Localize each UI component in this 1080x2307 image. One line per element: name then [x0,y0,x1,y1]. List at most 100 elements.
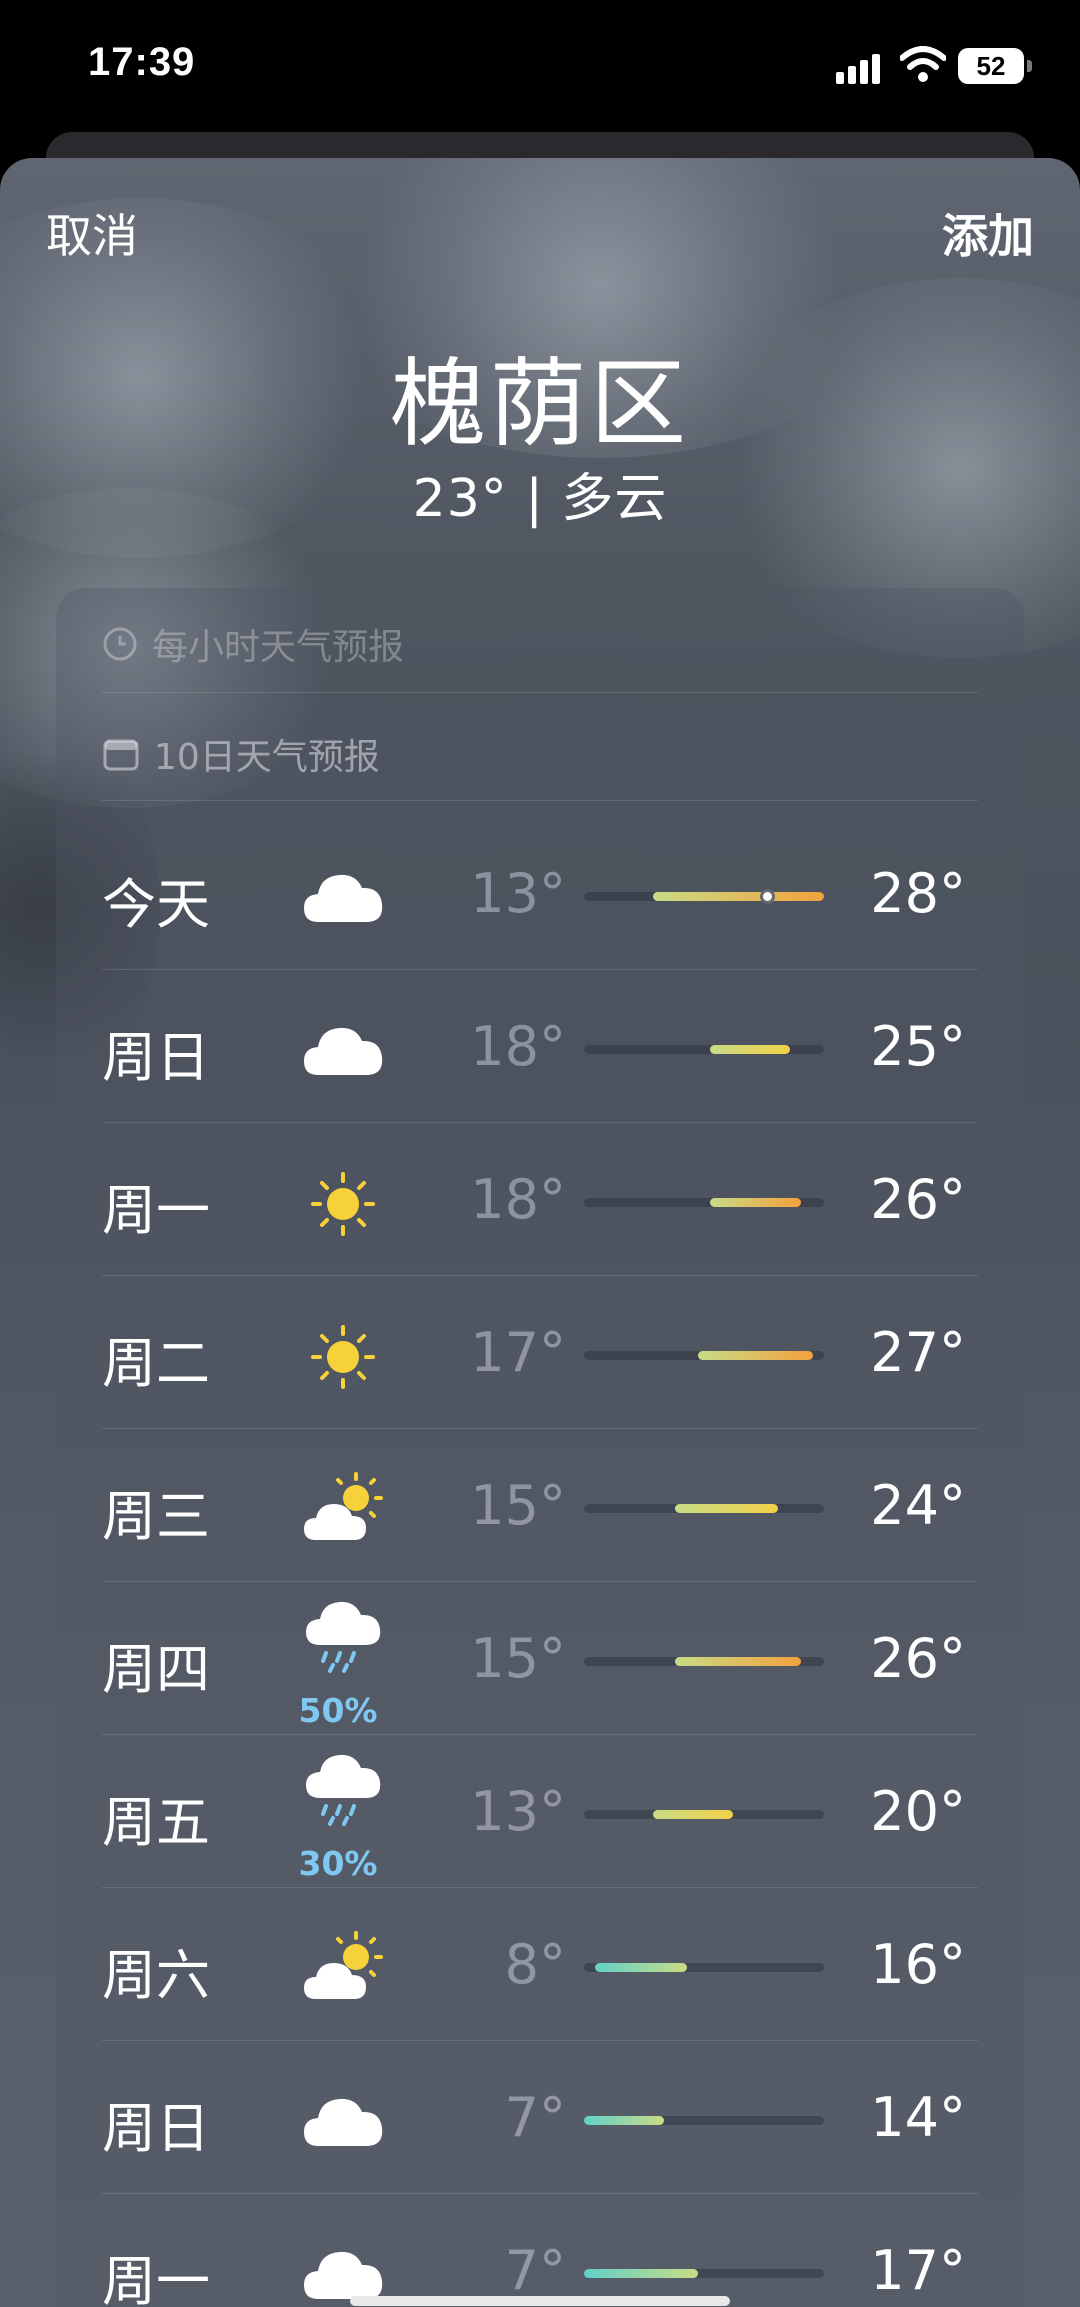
high-temperature: 17° [870,2239,966,2302]
divider [102,692,978,693]
temperature-range-fill [675,1657,802,1666]
temperature-range-fill [652,892,824,901]
hourly-forecast-header: 每小时天气预报 [102,618,404,670]
low-temperature: 17° [470,1321,566,1384]
temperature-range-bar [584,1657,824,1666]
clock-icon [103,627,137,661]
precipitation-chance: 30% [298,1844,378,1883]
divider [102,1887,978,1888]
divider [102,1122,978,1123]
temperature-range-fill [709,1198,802,1207]
precipitation-chance: 50% [298,1691,378,1730]
battery-indicator: 52 [958,48,1024,84]
forecast-row: 周五 30% 13° 20° [56,1738,1024,1888]
high-temperature: 16° [870,1933,966,1996]
add-button[interactable]: 添加 [942,200,1034,266]
current-temperature-dot [759,889,775,904]
cloud-icon [288,2066,398,2176]
low-temperature: 7° [504,2086,566,2149]
high-temperature: 24° [870,1474,966,1537]
low-temperature: 13° [470,1780,566,1843]
forecast-row: 周一 7° 17° [56,2197,1024,2307]
battery-nub [1027,60,1032,72]
cloud-icon [288,842,398,952]
temperature-range-bar [584,2116,824,2125]
divider [102,2040,978,2041]
temperature-range-fill [675,1504,779,1513]
low-temperature: 15° [470,1627,566,1690]
cloud-icon [288,995,398,1105]
weather-preview-sheet: 取消 添加 槐荫区 23° | 多云 每小时天气预报 10日天气预报 今天 13°… [0,158,1080,2307]
forecast-panel: 每小时天气预报 10日天气预报 今天 13° 28° 周日 18° 25° 周一 18° 26°… [56,588,1024,2307]
forecast-row: 周三 15° 24° [56,1432,1024,1582]
forecast-day: 周日 [102,2097,210,2160]
temperature-range-fill [584,2116,664,2125]
temperature-range-fill [595,1963,687,1972]
low-temperature: 13° [470,862,566,925]
temperature-range-bar [584,1504,824,1513]
divider [102,800,978,801]
ten-day-forecast-header: 10日天气预报 [102,728,380,780]
low-temperature: 7° [504,2239,566,2302]
forecast-day: 周日 [102,1026,210,1089]
cloud-icon [288,2219,398,2307]
home-indicator[interactable] [350,2296,730,2306]
low-temperature: 15° [470,1474,566,1537]
high-temperature: 27° [870,1321,966,1384]
temperature-range-bar [584,889,824,904]
forecast-day: 今天 [102,873,210,936]
divider [102,1581,978,1582]
status-time: 17:39 [88,40,196,84]
low-temperature: 8° [504,1933,566,1996]
forecast-row: 周四 50% 15° 26° [56,1585,1024,1735]
forecast-day: 周三 [102,1485,210,1548]
cellular-signal-icon [836,54,880,84]
forecast-day: 周一 [102,2250,210,2307]
partly-sunny-icon [288,1913,398,2023]
rain-cloud-icon [288,1740,398,1850]
temperature-range-fill [709,1045,790,1054]
calendar-icon [103,739,139,771]
hourly-forecast-label: 每小时天气预报 [152,627,405,668]
status-bar: 17:39 52 [0,0,1080,140]
high-temperature: 25° [870,1015,966,1078]
divider [102,1275,978,1276]
forecast-row: 周日 18° 25° [56,973,1024,1123]
low-temperature: 18° [470,1015,566,1078]
forecast-row: 周日 7° 14° [56,2044,1024,2194]
temperature-range-fill [698,1351,813,1360]
cancel-button[interactable]: 取消 [46,200,138,266]
rain-cloud-icon [288,1587,398,1697]
temperature-range-bar [584,1963,824,1972]
high-temperature: 20° [870,1780,966,1843]
temperature-range-bar [584,1198,824,1207]
location-title: 槐荫区 [390,348,690,460]
wifi-icon [900,46,946,82]
forecast-day: 周一 [102,1179,210,1242]
forecast-day: 周六 [102,1944,210,2007]
temperature-range-bar [584,2269,824,2278]
partly-sunny-icon [288,1454,398,1564]
forecast-row: 周六 8° 16° [56,1891,1024,2041]
forecast-day: 周二 [102,1332,210,1395]
high-temperature: 14° [870,2086,966,2149]
sun-icon [288,1148,398,1258]
divider [102,1428,978,1429]
divider [102,2193,978,2194]
temperature-range-bar [584,1045,824,1054]
temperature-range-fill [584,2269,699,2278]
divider [102,969,978,970]
temperature-range-bar [584,1810,824,1819]
ten-day-forecast-label: 10日天气预报 [154,737,380,778]
high-temperature: 28° [870,862,966,925]
current-conditions: 23° | 多云 [412,469,668,529]
low-temperature: 18° [470,1168,566,1231]
forecast-row: 今天 13° 28° [56,820,1024,970]
high-temperature: 26° [870,1168,966,1231]
temperature-range-bar [584,1351,824,1360]
sun-icon [288,1301,398,1411]
forecast-day: 周五 [102,1791,210,1854]
divider [102,1734,978,1735]
high-temperature: 26° [870,1627,966,1690]
forecast-row: 周一 18° 26° [56,1126,1024,1276]
